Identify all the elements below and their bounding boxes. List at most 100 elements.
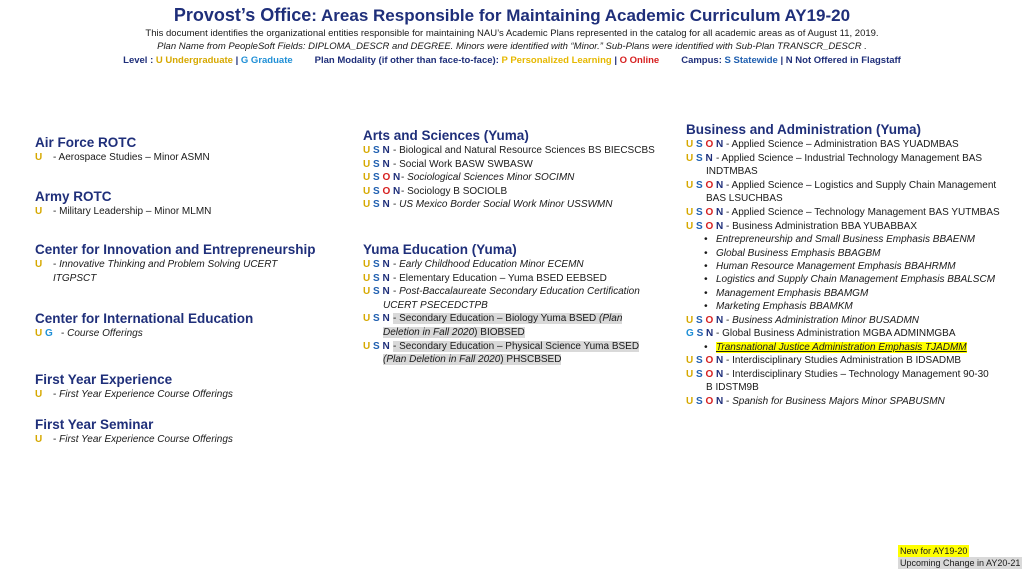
tag-undergraduate: U <box>686 179 694 191</box>
plan-item: U - Innovative Thinking and Problem Solv… <box>35 258 335 272</box>
tag-undergraduate: U <box>363 286 371 298</box>
tag-statewide: S <box>373 199 380 211</box>
tag-statewide: S <box>373 286 380 298</box>
tag-undergraduate: U <box>686 368 694 380</box>
sub-plan-text: Global Business Emphasis BBAGBM <box>716 247 881 259</box>
plan-item: U S O N - Business Administration Minor … <box>686 314 1016 328</box>
sub-plan-item-new: • Transnational Justice Administration Em… <box>686 341 1016 354</box>
plan-text: (Plan Deletion in Fall 2020 <box>383 354 501 366</box>
plan-text: Business Administration Minor BUSADMN <box>732 314 920 326</box>
legend-personalized: P Personalized Learning <box>501 55 612 66</box>
tag-statewide: S <box>373 145 380 156</box>
plan-text: - Secondary Education – Physical Science… <box>393 340 640 352</box>
tag-undergraduate: U <box>35 434 43 445</box>
section-first-year-seminar: First Year Seminar U - First Year Experi… <box>35 416 335 447</box>
tag-undergraduate: U <box>686 139 694 150</box>
section-title: Yuma Education (Yuma) <box>363 242 517 257</box>
section-title: First Year Seminar <box>35 417 154 432</box>
tag-undergraduate: U <box>363 199 371 211</box>
tag-undergraduate: U <box>686 206 694 218</box>
tag-statewide: S <box>373 259 380 270</box>
tag-undergraduate: U <box>363 145 371 156</box>
bullet-icon: • <box>704 287 708 299</box>
tag-not-flagstaff: N <box>382 158 390 170</box>
tag-not-flagstaff: N <box>705 152 713 164</box>
plan-item-cont: INDTMBAS <box>686 165 1016 179</box>
section-title: Center for Innovation and Entrepreneursh… <box>35 242 316 257</box>
tag-not-flagstaff: N <box>716 314 724 326</box>
tag-graduate: G <box>686 328 694 340</box>
sub-plan-text: Management Emphasis BBAMGM <box>716 287 869 299</box>
plan-text: INDTMBAS <box>706 166 758 178</box>
plan-item: U - First Year Experience Course Offerin… <box>35 388 335 402</box>
plan-text: (Plan <box>599 313 623 325</box>
tag-statewide: S <box>696 368 703 380</box>
plan-text: - Business Administration BBA YUBABBAX <box>726 220 918 232</box>
tag-statewide: S <box>373 340 380 352</box>
plan-text: ITGPSCT <box>53 272 97 284</box>
plan-text: Post-Baccalaureate Secondary Education C… <box>399 286 640 298</box>
plan-item: U S O N - Applied Science – Administrati… <box>686 138 1016 152</box>
plan-item-cont: (Plan Deletion in Fall 2020) PHSCBSED <box>363 353 663 367</box>
plan-text: Sociological Sciences Minor SOCIMN <box>407 172 575 184</box>
tag-online: O <box>705 220 714 232</box>
plan-text: Spanish for Business Majors Minor SPABUS… <box>732 395 945 407</box>
bullet-icon: • <box>704 341 708 353</box>
tag-undergraduate: U <box>35 152 43 163</box>
tag-undergraduate: U <box>686 220 694 232</box>
plan-item-change: U S N - Secondary Education – Physical S… <box>363 340 663 354</box>
section-title: Center for International Education <box>35 311 254 326</box>
plan-text: - Biological and Natural Resource Scienc… <box>393 145 655 156</box>
tag-not-flagstaff: N <box>716 179 724 191</box>
legend-level-label: Level : <box>123 55 156 66</box>
plan-text: BAS LSUCHBAS <box>706 193 783 205</box>
sub-plan-item: • Global Business Emphasis BBAGBM <box>686 247 1016 260</box>
plan-text: - Applied Science – Technology Managemen… <box>726 206 1000 218</box>
sub-plan-text: Logistics and Supply Chain Management Em… <box>716 274 996 286</box>
legend-campus-label: Campus: <box>681 55 725 66</box>
plan-item: U S N - Applied Science – Industrial Tec… <box>686 152 1016 166</box>
plan-text: B IDSTM9B <box>706 382 759 394</box>
tag-not-flagstaff: N <box>382 199 390 211</box>
sub-plan-text: Human Resource Management Emphasis BBAHR… <box>716 260 956 272</box>
plan-text: - Social Work BASW SWBASW <box>393 158 533 170</box>
legend-undergraduate: U Undergraduate <box>155 55 233 66</box>
plan-item-change: U S N - Secondary Education – Biology Yu… <box>363 312 663 326</box>
tag-statewide: S <box>696 355 703 367</box>
tag-not-flagstaff: N <box>393 185 401 197</box>
tag-online: O <box>705 368 714 380</box>
plan-text: First Year Experience Course Offerings <box>59 389 233 400</box>
section-army-rotc: Army ROTC U - Military Leadership – Mino… <box>35 188 335 219</box>
sub-plan-item: • Management Emphasis BBAMGM <box>686 287 1016 300</box>
sub-plan-item: • Marketing Emphasis BBAMKM <box>686 300 1016 313</box>
plan-item: U S O N - Spanish for Business Majors Mi… <box>686 395 1016 409</box>
plan-text: First Year Experience Course Offerings <box>59 434 233 445</box>
plan-item: U S N - US Mexico Border Social Work Min… <box>363 198 663 212</box>
tag-online: O <box>705 206 714 218</box>
tag-undergraduate: U <box>686 152 694 164</box>
plan-name-note: Plan Name from PeopleSoft Fields: DIPLOM… <box>157 41 867 52</box>
plan-text: US Mexico Border Social Work Minor USSWM… <box>399 199 613 211</box>
plan-item: U S O N - Sociology B SOCIOLB <box>363 185 663 199</box>
section-arts-sciences: Arts and Sciences (Yuma) U S N - Biologi… <box>363 127 663 212</box>
tag-undergraduate: U <box>35 389 43 400</box>
legend-graduate: G Graduate <box>240 55 293 66</box>
plan-item: U S O N - Applied Science – Technology M… <box>686 206 1016 220</box>
tag-statewide: S <box>696 179 703 191</box>
tag-not-flagstaff: N <box>382 340 390 352</box>
tag-undergraduate: U <box>363 313 371 325</box>
plan-text: Early Childhood Education Minor ECEMN <box>399 259 584 270</box>
plan-item: U S N - Early Childhood Education Minor … <box>363 258 663 272</box>
key-change-label: Upcoming Change in AY20-21 <box>898 557 1023 569</box>
tag-not-flagstaff: N <box>716 395 724 407</box>
tag-not-flagstaff: N <box>706 328 714 340</box>
plan-text: - Aerospace Studies – Minor ASMN <box>53 152 210 163</box>
tag-undergraduate: U <box>35 259 43 270</box>
tag-not-flagstaff: N <box>382 272 390 284</box>
plan-text: - Applied Science – Industrial Technolog… <box>716 152 983 164</box>
plan-text: - Applied Science – Administration BAS Y… <box>726 139 959 150</box>
section-air-force-rotc: Air Force ROTC U - Aerospace Studies – M… <box>35 134 335 165</box>
tag-statewide: S <box>373 158 380 170</box>
plan-item: U - Aerospace Studies – Minor ASMN <box>35 151 335 165</box>
plan-text: - Applied Science – Logistics and Supply… <box>726 179 997 191</box>
